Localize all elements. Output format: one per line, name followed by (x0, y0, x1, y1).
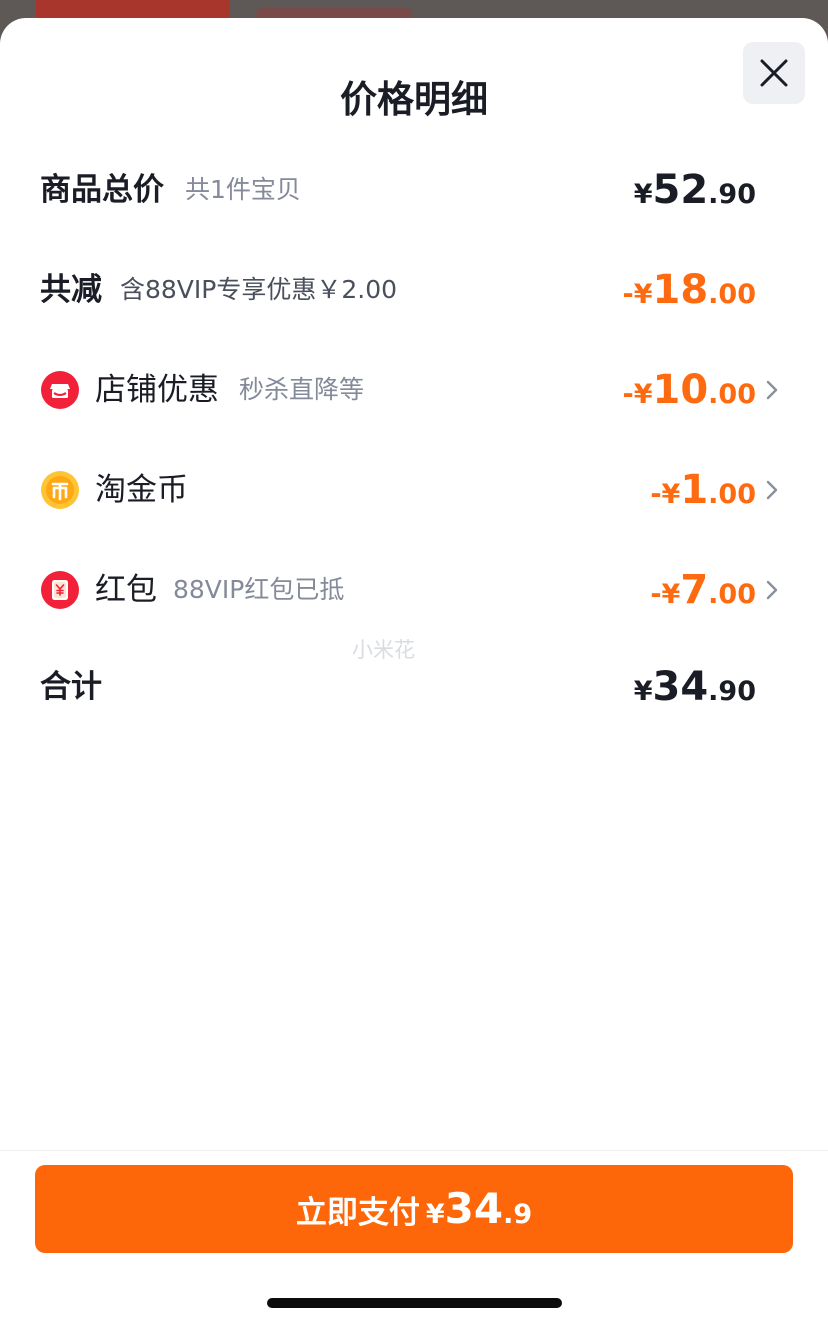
taojinbi-amount: -¥1.00 (650, 467, 756, 513)
red-packet-label: 红包 (95, 572, 157, 608)
chevron-right-icon[interactable] (764, 479, 780, 501)
chevron-right-icon[interactable] (764, 579, 780, 601)
goods-total-row: 商品总价 共1件宝贝 ¥52.90 (0, 158, 828, 222)
price-detail-sheet: 价格明细 商品总价 共1件宝贝 ¥52.90 共减 含88VIP专享优惠￥2.0… (0, 18, 828, 1326)
pay-amount-integer: 34 (444, 1184, 504, 1233)
grand-total-label: 合计 (40, 669, 102, 705)
red-packet-note: 88VIP红包已抵 (173, 575, 345, 604)
chevron-right-icon[interactable] (764, 379, 780, 401)
goods-total-amount: ¥52.90 (633, 167, 756, 213)
pay-now-label: 立即支付 (295, 1195, 420, 1231)
goods-count-text: 共1件宝贝 (185, 175, 301, 204)
grand-total-amount: ¥34.90 (633, 664, 756, 710)
shop-discount-label: 店铺优惠 (95, 372, 219, 408)
total-discount-amount: -¥18.00 (622, 267, 756, 313)
pay-now-button[interactable]: 立即支付 ¥34.9 (35, 1165, 793, 1253)
footer-divider (0, 1150, 828, 1151)
pay-amount-decimal: .9 (503, 1199, 533, 1230)
red-packet-row[interactable]: 红包 88VIP红包已抵 -¥7.00 (0, 558, 828, 622)
shop-discount-note: 秒杀直降等 (239, 375, 365, 404)
shop-discount-row[interactable]: 店铺优惠 秒杀直降等 -¥10.00 (0, 358, 828, 422)
total-discount-row: 共减 含88VIP专享优惠￥2.00 -¥18.00 (0, 258, 828, 322)
pay-currency: ¥ (425, 1199, 445, 1230)
red-packet-icon (41, 571, 79, 609)
home-indicator[interactable] (267, 1298, 562, 1308)
total-discount-label: 共减 (40, 272, 102, 308)
close-icon (760, 59, 788, 87)
shop-discount-amount: -¥10.00 (622, 367, 756, 413)
taojinbi-label: 淘金币 (95, 472, 188, 508)
taojinbi-coin-icon (41, 471, 79, 509)
red-packet-amount: -¥7.00 (650, 567, 756, 613)
grand-total-row: 合计 ¥34.90 (0, 655, 828, 719)
vip-discount-note: 含88VIP专享优惠￥2.00 (120, 275, 398, 304)
goods-total-label: 商品总价 (40, 172, 164, 208)
taojinbi-row[interactable]: 淘金币 -¥1.00 (0, 458, 828, 522)
close-button[interactable] (743, 42, 805, 104)
sheet-title: 价格明细 (340, 78, 488, 121)
shop-discount-icon (41, 371, 79, 409)
